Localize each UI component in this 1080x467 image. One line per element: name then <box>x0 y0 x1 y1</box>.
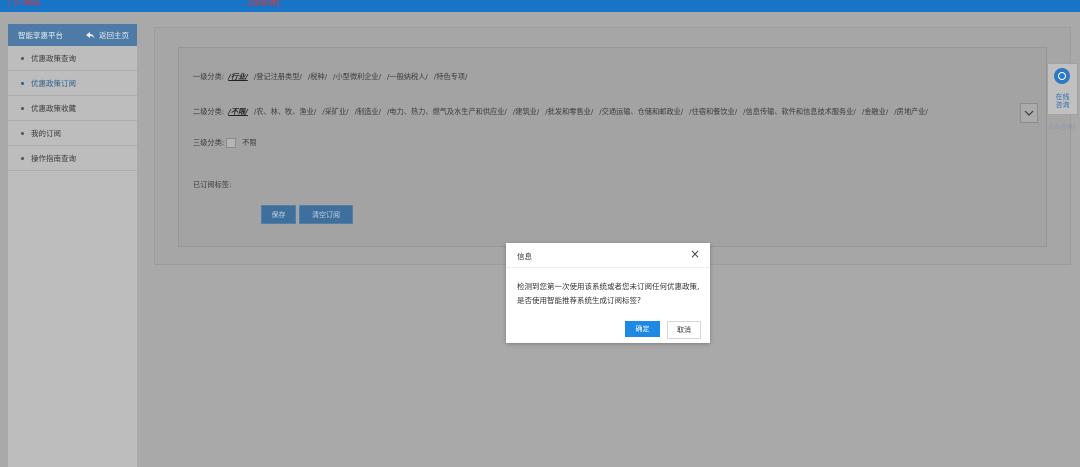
level2-option[interactable]: /住宿和餐饮业/ <box>689 107 737 117</box>
consult-note[interactable]: [点击咨询] <box>1046 122 1075 131</box>
bullet-icon <box>21 106 24 110</box>
subscribed-tags-label: 已订阅标签: <box>193 180 232 189</box>
subscribed-tags-row: 已订阅标签: <box>193 180 231 190</box>
level1-option[interactable]: /登记注册类型/ <box>254 72 302 82</box>
sidebar-item-label: 我的订阅 <box>31 128 61 138</box>
level2-option[interactable]: /制造业/ <box>355 107 381 117</box>
sidebar-header: 智能享惠平台 返回主页 <box>8 24 137 46</box>
chevron-down-icon <box>1024 110 1034 116</box>
dialog-title: 信息 <box>517 252 532 261</box>
level1-option[interactable]: /税种/ <box>308 72 327 82</box>
clear-subscription-button[interactable]: 清空订阅 <box>299 205 353 224</box>
level2-filter-row: 二级分类: /不限/ /农、林、牧、渔业/ /采矿业/ /制造业/ /电力、热力… <box>193 104 1025 120</box>
bullet-icon <box>21 81 24 85</box>
brand-left: 门户网站 <box>8 0 40 7</box>
level2-option[interactable]: /金融业/ <box>862 107 888 117</box>
sidebar-item-policy-favorites[interactable]: 优惠政策收藏 <box>8 96 137 121</box>
level3-label: 三级分类: <box>193 138 225 147</box>
unlimited-checkbox-label: 不限 <box>242 138 257 147</box>
bullet-icon <box>21 156 24 160</box>
back-arrow-icon <box>86 31 95 38</box>
sidebar-item-my-subscriptions[interactable]: 我的订阅 <box>8 121 137 146</box>
bullet-icon <box>21 56 24 60</box>
level3-filter-row: 三级分类: 不限 <box>193 138 257 148</box>
level2-option[interactable]: /建筑业/ <box>513 107 539 117</box>
level1-option[interactable]: /行业/ <box>228 72 248 82</box>
consult-line1: 在线 <box>1055 93 1070 101</box>
level2-option[interactable]: /房地产业/ <box>894 107 928 117</box>
chat-bubble-icon <box>1054 68 1070 84</box>
sidebar-item-guide-query[interactable]: 操作指南查询 <box>8 146 137 171</box>
confirm-button[interactable]: 确定 <box>625 321 660 337</box>
level2-option[interactable]: /批发和零售业/ <box>545 107 593 117</box>
cancel-button[interactable]: 取消 <box>667 321 701 339</box>
sidebar-item-policy-query[interactable]: 优惠政策查询 <box>8 46 137 71</box>
close-icon[interactable]: × <box>690 248 700 260</box>
expand-categories-button[interactable] <box>1020 103 1038 123</box>
level2-option[interactable]: /不限/ <box>228 107 248 117</box>
unlimited-checkbox[interactable] <box>226 138 237 148</box>
online-consult-widget[interactable]: 在线 咨询 <box>1047 63 1078 115</box>
level1-label: 一级分类: <box>193 72 225 81</box>
filter-area: 一级分类: /行业/ /登记注册类型/ /税种/ /小型微利企业/ /一般纳税人… <box>178 47 1047 247</box>
save-button[interactable]: 保存 <box>261 205 296 224</box>
sidebar-item-label: 优惠政策订阅 <box>31 78 76 88</box>
dialog-message: 检测到您第一次使用该系统或者您未订阅任何优惠政策,是否使用智能推荐系统生成订阅标… <box>517 282 700 305</box>
top-header: 门户网站 【政策通】 <box>0 0 1080 12</box>
level2-option[interactable]: /交通运输、仓储和邮政业/ <box>599 107 683 117</box>
level2-option[interactable]: /采矿业/ <box>322 107 348 117</box>
subscription-panel: 一级分类: /行业/ /登记注册类型/ /税种/ /小型微利企业/ /一般纳税人… <box>154 27 1071 265</box>
level1-option[interactable]: /一般纳税人/ <box>387 72 428 82</box>
sidebar-title: 智能享惠平台 <box>18 30 63 40</box>
consult-line2: 咨询 <box>1055 101 1070 109</box>
level2-option[interactable]: /电力、热力、燃气及水生产和供应业/ <box>387 107 507 117</box>
sidebar-item-label: 优惠政策收藏 <box>31 103 76 113</box>
dialog-header: 信息 × <box>506 243 710 268</box>
sidebar-item-label: 优惠政策查询 <box>31 53 76 63</box>
level2-option[interactable]: /信息传输、软件和信息技术服务业/ <box>743 107 856 117</box>
sidebar-item-label: 操作指南查询 <box>31 153 76 163</box>
info-dialog: 信息 × 检测到您第一次使用该系统或者您未订阅任何优惠政策,是否使用智能推荐系统… <box>506 243 710 343</box>
sidebar-item-policy-subscribe[interactable]: 优惠政策订阅 <box>8 71 137 96</box>
level1-option[interactable]: /小型微利企业/ <box>333 72 381 82</box>
sidebar: 智能享惠平台 返回主页 优惠政策查询 优惠政策订阅 优惠政策收藏 我的订阅 操作… <box>8 24 137 467</box>
brand-right: 【政策通】 <box>244 0 284 7</box>
back-home-link[interactable]: 返回主页 <box>86 30 129 41</box>
level1-filter-row: 一级分类: /行业/ /登记注册类型/ /税种/ /小型微利企业/ /一般纳税人… <box>193 72 473 82</box>
level2-label: 二级分类: <box>193 107 225 116</box>
back-home-label: 返回主页 <box>99 30 129 40</box>
level2-option[interactable]: /农、林、牧、渔业/ <box>254 107 316 117</box>
bullet-icon <box>21 131 24 135</box>
level1-option[interactable]: /特色专项/ <box>434 72 468 82</box>
